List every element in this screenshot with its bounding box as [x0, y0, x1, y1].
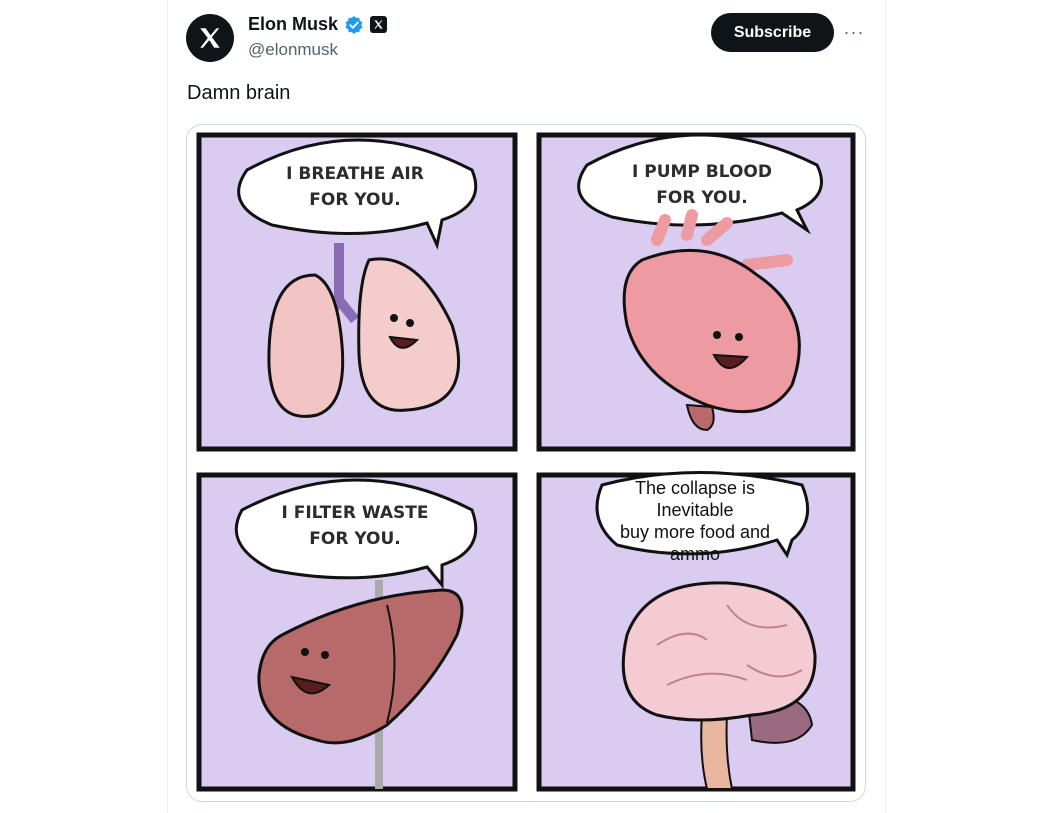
panel4-line3: buy more food and	[620, 522, 770, 542]
panel3-line2: FOR YOU.	[309, 529, 401, 549]
panel4-line4: ammo	[670, 544, 720, 564]
panel-heart: I PUMP BLOOD FOR YOU.	[536, 132, 856, 452]
tweet-media-image[interactable]: I BREATHE AIR FOR YOU. I PUMP BLOOD FOR …	[186, 124, 866, 802]
affiliate-x-badge-icon[interactable]	[370, 16, 388, 33]
subscribe-button[interactable]: Subscribe	[711, 13, 834, 52]
panel2-line1: I PUMP BLOOD	[632, 162, 772, 182]
x-logo-icon	[200, 28, 220, 48]
author-handle[interactable]: @elonmusk	[248, 40, 338, 60]
panel4-line2: Inevitable	[656, 500, 733, 520]
panel-liver: I FILTER WASTE FOR YOU.	[196, 472, 518, 792]
panel2-line2: FOR YOU.	[656, 188, 748, 208]
author-name[interactable]: Elon Musk	[248, 14, 338, 35]
avatar[interactable]	[186, 14, 234, 62]
panel-brain: The collapse is Inevitable buy more food…	[536, 471, 856, 792]
panel4-line1: The collapse is	[635, 478, 755, 498]
panel1-line2: FOR YOU.	[309, 190, 401, 210]
tweet-text: Damn brain	[187, 82, 291, 104]
verified-badge-icon	[345, 15, 363, 34]
panel1-line1: I BREATHE AIR	[286, 164, 424, 184]
author-row: Elon Musk	[248, 14, 388, 35]
panel-lungs: I BREATHE AIR FOR YOU.	[196, 132, 518, 452]
meme-comic: I BREATHE AIR FOR YOU. I PUMP BLOOD FOR …	[196, 132, 856, 792]
more-options-icon[interactable]: ···	[843, 22, 865, 42]
panel3-line1: I FILTER WASTE	[281, 503, 428, 523]
